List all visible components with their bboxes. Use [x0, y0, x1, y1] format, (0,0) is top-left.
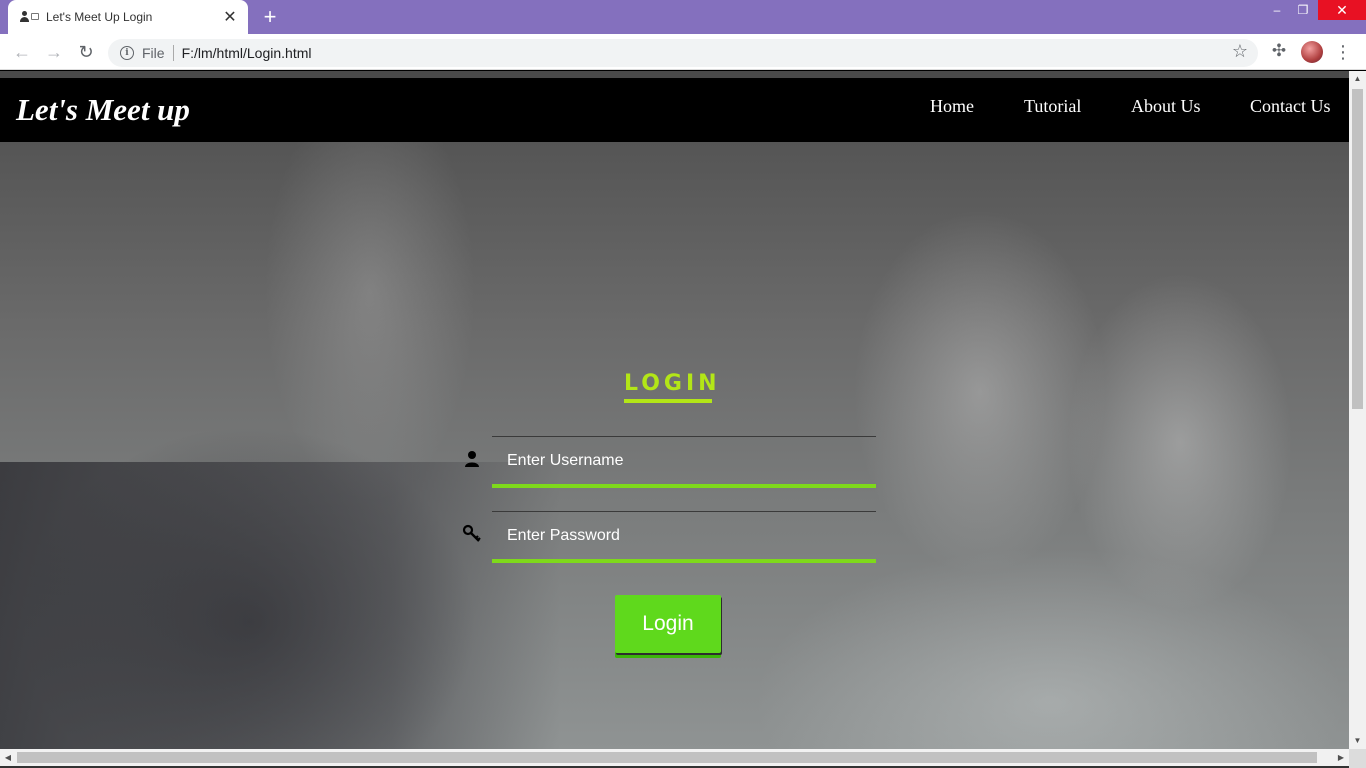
- tab-title: Let's Meet Up Login: [46, 10, 153, 24]
- address-bar[interactable]: i File F:/lm/html/Login.html ☆: [108, 39, 1258, 67]
- user-icon: [462, 449, 482, 469]
- horizontal-scroll-thumb[interactable]: [17, 752, 1317, 763]
- username-input[interactable]: [507, 449, 867, 473]
- nav-link-tutorial[interactable]: Tutorial: [1024, 96, 1081, 117]
- scroll-down-icon[interactable]: ▼: [1349, 733, 1366, 749]
- username-field: [465, 436, 876, 488]
- puzzle-icon[interactable]: ✣: [1268, 41, 1290, 63]
- star-icon[interactable]: ☆: [1232, 41, 1248, 62]
- background-shade: [0, 462, 560, 749]
- horizontal-scrollbar[interactable]: ◀ ▶: [0, 749, 1349, 766]
- close-window-button[interactable]: ✕: [1318, 0, 1366, 20]
- site-navbar: Let's Meet up Home Tutorial About Us Con…: [0, 78, 1349, 142]
- browser-tab[interactable]: Let's Meet Up Login ✕: [8, 0, 248, 34]
- nav-link-about-us[interactable]: About Us: [1131, 96, 1201, 117]
- site-brand[interactable]: Let's Meet up: [16, 92, 190, 128]
- forward-arrow-icon[interactable]: →: [42, 40, 66, 64]
- browser-toolbar: ← → ↻ i File F:/lm/html/Login.html ☆ ✣ ⋮: [0, 34, 1366, 70]
- key-icon: [462, 524, 482, 544]
- login-button[interactable]: Login: [615, 595, 721, 653]
- login-title: LOGIN: [624, 371, 721, 396]
- password-input[interactable]: [507, 524, 867, 548]
- divider: [172, 45, 174, 61]
- restore-button[interactable]: ❐: [1288, 0, 1318, 20]
- vertical-scrollbar[interactable]: ▲ ▼: [1349, 71, 1366, 749]
- info-icon[interactable]: i: [120, 46, 134, 60]
- browser-title-bar: Let's Meet Up Login ✕ + – ❐ ✕: [0, 0, 1366, 34]
- top-strip: [0, 71, 1349, 78]
- hero-background: LOGIN Login: [0, 142, 1349, 749]
- back-arrow-icon[interactable]: ←: [10, 40, 34, 64]
- url-scheme-label: File: [142, 45, 165, 61]
- login-title-underline: [624, 399, 712, 403]
- scroll-right-icon[interactable]: ▶: [1333, 749, 1349, 766]
- profile-avatar[interactable]: [1301, 41, 1323, 63]
- page-viewport: Let's Meet up Home Tutorial About Us Con…: [0, 71, 1349, 749]
- url-text[interactable]: F:/lm/html/Login.html: [182, 45, 312, 61]
- nav-link-contact-us[interactable]: Contact Us: [1250, 96, 1331, 117]
- reload-icon[interactable]: ↻: [74, 40, 98, 64]
- tab-close-icon[interactable]: ✕: [218, 5, 242, 29]
- scrollbar-corner: [1349, 749, 1366, 768]
- vertical-scroll-thumb[interactable]: [1352, 89, 1363, 409]
- scroll-left-icon[interactable]: ◀: [0, 749, 16, 766]
- scroll-up-icon[interactable]: ▲: [1349, 71, 1366, 87]
- contact-card-icon: [20, 10, 42, 24]
- nav-link-home[interactable]: Home: [930, 96, 974, 117]
- new-tab-button[interactable]: +: [258, 5, 282, 29]
- menu-icon[interactable]: ⋮: [1334, 41, 1352, 63]
- password-field: [462, 511, 876, 563]
